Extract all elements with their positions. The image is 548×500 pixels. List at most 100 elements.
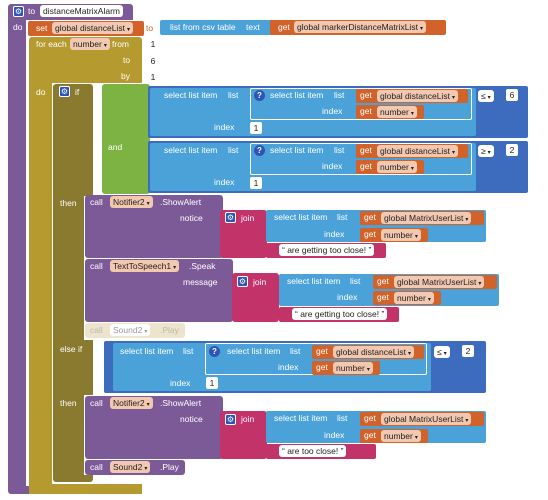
help-icon[interactable]: ? [254, 145, 265, 156]
text-too-close-2[interactable]: “ are getting too close! ” [292, 308, 388, 320]
play-label: .Play [160, 462, 179, 472]
get-label: get [377, 292, 389, 302]
select-inner-3-list-label: list [290, 346, 301, 356]
sound-component-2[interactable]: Sound2 ▾ [110, 461, 151, 473]
to-label: to [123, 55, 131, 65]
notifier-component-1[interactable]: Notifier2 ▾ [110, 196, 153, 208]
index-label: index [278, 362, 299, 372]
and-block[interactable] [102, 84, 150, 194]
get-label: get [360, 161, 372, 171]
procedure-do-label: do [13, 22, 23, 32]
call-notifier-2[interactable] [85, 396, 223, 459]
text-too-close-1[interactable]: “ are getting too close! ” [279, 244, 375, 256]
select-outer-1-list-label: list [228, 90, 239, 100]
select-inner-1-label: select list item [270, 90, 324, 100]
get-label: get [360, 106, 372, 116]
gear-icon[interactable]: ⚙ [13, 6, 24, 17]
get-source-field[interactable]: global markerDistanceMatrixList ▾ [294, 21, 426, 33]
select-user-3-label: select list item [274, 413, 328, 423]
play-label: .Play [160, 325, 179, 335]
select-user-2-label: select list item [287, 276, 341, 286]
get-user-1-field[interactable]: global MatrixUserList ▾ [381, 212, 472, 224]
help-icon[interactable]: ? [254, 90, 265, 101]
select-inner-2-list-label: list [334, 145, 345, 155]
get-number-user-1-field[interactable]: number ▾ [381, 229, 421, 241]
index-label: index [322, 161, 343, 171]
call-label: call [90, 261, 103, 271]
get-user-3-field[interactable]: global MatrixUserList ▾ [381, 413, 472, 425]
get-distance-3-field[interactable]: global distanceList ▾ [333, 346, 414, 358]
compare-value-3[interactable]: 2 [462, 345, 474, 357]
if-label: if [75, 87, 80, 97]
help-icon[interactable]: ? [209, 346, 220, 357]
show-alert-label: .ShowAlert [160, 197, 202, 207]
index-label: index [324, 229, 345, 239]
index-label: index [322, 106, 343, 116]
procedure-name-field[interactable]: distanceMatrixAlarm [40, 5, 123, 17]
by-value[interactable]: 1 [147, 71, 159, 83]
index-label: index [170, 378, 191, 388]
for-each-label: for each [36, 39, 67, 49]
select-inner-3-label: select list item [227, 346, 281, 356]
call-label: call [90, 197, 103, 207]
procedure-to-label: to [28, 6, 36, 16]
get-number-3-field[interactable]: number ▾ [333, 362, 373, 374]
from-value[interactable]: 1 [147, 38, 159, 50]
list-from-csv-text-label: text [246, 22, 260, 32]
compare-op-2[interactable]: ≥ ▾ [478, 145, 494, 157]
select-inner-2-label: select list item [270, 145, 324, 155]
get-label: get [360, 145, 372, 155]
call-label: call [90, 462, 103, 472]
speak-label: .Speak [189, 261, 216, 271]
compare-op-3[interactable]: ≤ ▾ [434, 346, 450, 358]
notice-label: notice [180, 414, 203, 424]
for-each-var-field[interactable]: number ▾ [70, 38, 110, 50]
tts-component[interactable]: TextToSpeech1 ▾ [110, 260, 180, 272]
join-gear-icon[interactable]: ⚙ [225, 414, 236, 425]
compare-value-2[interactable]: 2 [506, 144, 518, 156]
get-distance-2-field[interactable]: global distanceList ▾ [377, 145, 458, 157]
get-number-user-3-field[interactable]: number ▾ [381, 430, 421, 442]
select-user-1-label: select list item [274, 212, 328, 222]
set-var-field[interactable]: global distanceList ▾ [52, 22, 133, 34]
compare-op-1[interactable]: ≤ ▾ [478, 90, 494, 102]
to-value[interactable]: 6 [147, 55, 159, 67]
select-user-3-list-label: list [337, 413, 348, 423]
get-label: get [364, 212, 376, 222]
index-label: index [324, 430, 345, 440]
compare-value-1[interactable]: 6 [506, 89, 518, 101]
notifier-component-2[interactable]: Notifier2 ▾ [110, 397, 153, 409]
if-gear-icon[interactable]: ⚙ [59, 86, 70, 97]
index-label: index [214, 177, 235, 187]
join-label: join [241, 213, 255, 223]
select-user-2-list-label: list [350, 276, 361, 286]
set-to-label: to [146, 23, 154, 33]
get-label: get [316, 346, 328, 356]
index-value-2[interactable]: 1 [250, 177, 262, 189]
select-outer-2-label: select list item [164, 145, 218, 155]
list-from-csv-label: list from csv table [170, 22, 236, 32]
join-gear-icon[interactable]: ⚙ [237, 276, 248, 287]
join-label: join [241, 414, 255, 424]
call-notifier-1[interactable] [85, 195, 223, 258]
get-source-label: get [278, 22, 290, 32]
select-user-1-list-label: list [337, 212, 348, 222]
index-value-1[interactable]: 1 [250, 122, 262, 134]
index-value-3[interactable]: 1 [206, 377, 218, 389]
set-label: set [36, 23, 48, 33]
message-label: message [183, 277, 218, 287]
text-too-close-3[interactable]: “ are too close! ” [279, 445, 347, 457]
get-number-user-2-field[interactable]: number ▾ [394, 292, 434, 304]
get-number-1-field[interactable]: number ▾ [377, 106, 417, 118]
index-label: index [337, 292, 358, 302]
get-distance-1-field[interactable]: global distanceList ▾ [377, 90, 458, 102]
get-user-2-field[interactable]: global MatrixUserList ▾ [394, 276, 485, 288]
get-label: get [364, 229, 376, 239]
sound-component-1[interactable]: Sound2 ▾ [110, 324, 151, 336]
call-label: call [90, 325, 103, 335]
notice-label: notice [180, 213, 203, 223]
show-alert-label: .ShowAlert [160, 398, 202, 408]
join-gear-icon[interactable]: ⚙ [225, 212, 236, 223]
get-number-2-field[interactable]: number ▾ [377, 161, 417, 173]
select-outer-1-label: select list item [164, 90, 218, 100]
